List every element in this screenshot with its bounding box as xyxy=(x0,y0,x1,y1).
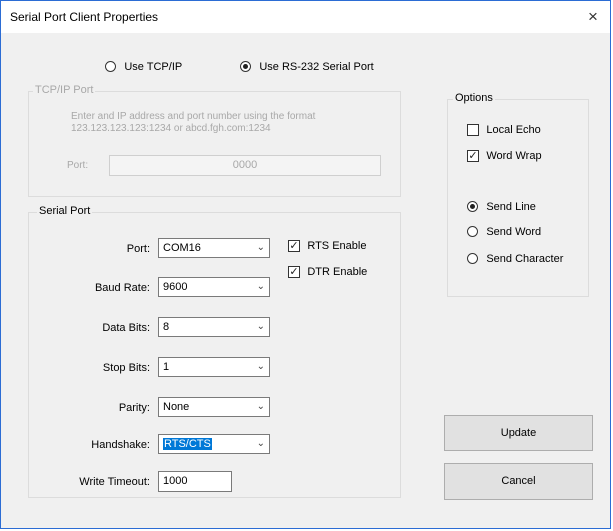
chevron-down-icon: ⌄ xyxy=(256,438,265,449)
tcp-ip-hint-line2: 123.123.123.123:1234 or abcd.fgh.com:123… xyxy=(71,123,271,134)
stop-bits-select[interactable]: 1 ⌄ xyxy=(158,357,270,377)
chevron-down-icon: ⌄ xyxy=(256,321,265,332)
send-word-radio[interactable]: Send Word xyxy=(467,224,541,238)
send-word-indicator[interactable] xyxy=(467,226,478,238)
options-group-title: Options xyxy=(453,92,495,104)
parity-select[interactable]: None ⌄ xyxy=(158,397,270,417)
chevron-down-icon: ⌄ xyxy=(256,361,265,372)
baud-rate-value: 9600 xyxy=(163,281,188,293)
write-timeout-input[interactable]: 1000 xyxy=(158,471,232,492)
send-line-label: Send Line xyxy=(486,201,536,213)
send-character-radio[interactable]: Send Character xyxy=(467,251,563,265)
dialog-content: Use TCP/IP Use RS-232 Serial Port TCP/IP… xyxy=(1,33,610,528)
stop-bits-label: Stop Bits: xyxy=(102,362,150,374)
handshake-select[interactable]: RTS/CTS ⌄ xyxy=(158,434,270,454)
use-tcp-radio[interactable]: Use TCP/IP xyxy=(105,59,182,73)
tcp-radio-label: Use TCP/IP xyxy=(124,61,183,73)
serial-port-group-title: Serial Port xyxy=(37,205,93,217)
data-bits-value: 8 xyxy=(163,321,170,333)
word-wrap-label: Word Wrap xyxy=(486,150,542,162)
rts-enable-checkbox[interactable]: ✓ RTS Enable xyxy=(288,238,366,252)
port-select[interactable]: COM16 ⌄ xyxy=(158,238,270,258)
port-select-value: COM16 xyxy=(163,242,201,254)
local-echo-check-indicator[interactable] xyxy=(467,123,479,136)
close-icon: × xyxy=(588,7,598,26)
data-bits-label: Data Bits: xyxy=(102,322,150,334)
window-title: Serial Port Client Properties xyxy=(10,10,159,24)
send-character-label: Send Character xyxy=(486,253,564,265)
send-line-indicator[interactable] xyxy=(467,201,478,213)
tcp-ip-group xyxy=(28,91,401,197)
parity-value: None xyxy=(163,401,190,413)
handshake-value: RTS/CTS xyxy=(163,438,212,450)
send-line-radio[interactable]: Send Line xyxy=(467,199,536,213)
use-rs232-radio[interactable]: Use RS-232 Serial Port xyxy=(240,59,374,73)
update-button[interactable]: Update xyxy=(444,415,593,451)
local-echo-checkbox[interactable]: Local Echo xyxy=(467,122,541,136)
word-wrap-checkbox[interactable]: ✓ Word Wrap xyxy=(467,148,542,162)
checkmark-icon[interactable]: ✓ xyxy=(288,239,300,252)
write-timeout-label: Write Timeout: xyxy=(79,476,150,488)
send-word-label: Send Word xyxy=(486,226,542,238)
dtr-enable-checkbox[interactable]: ✓ DTR Enable xyxy=(288,264,367,278)
tcp-port-input[interactable]: 0000 xyxy=(109,155,381,176)
port-label: Port: xyxy=(126,243,150,255)
dtr-enable-label: DTR Enable xyxy=(307,266,368,278)
local-echo-label: Local Echo xyxy=(486,124,541,136)
checkmark-icon[interactable]: ✓ xyxy=(288,265,300,278)
baud-rate-select[interactable]: 9600 ⌄ xyxy=(158,277,270,297)
cancel-button[interactable]: Cancel xyxy=(444,463,593,500)
checkmark-icon[interactable]: ✓ xyxy=(467,149,479,162)
data-bits-select[interactable]: 8 ⌄ xyxy=(158,317,270,337)
title-bar[interactable]: Serial Port Client Properties × xyxy=(1,1,610,33)
stop-bits-value: 1 xyxy=(163,361,170,373)
handshake-label: Handshake: xyxy=(91,439,150,451)
rts-enable-label: RTS Enable xyxy=(307,240,367,252)
dialog-window: Serial Port Client Properties × Use TCP/… xyxy=(0,0,611,529)
chevron-down-icon: ⌄ xyxy=(256,242,265,253)
parity-label: Parity: xyxy=(118,402,150,414)
rs232-radio-label: Use RS-232 Serial Port xyxy=(259,61,374,73)
baud-rate-label: Baud Rate: xyxy=(94,282,150,294)
tcp-radio-indicator[interactable] xyxy=(105,61,116,73)
tcp-port-label: Port: xyxy=(67,160,89,171)
tcp-ip-hint: Enter and IP address and port number usi… xyxy=(71,111,315,135)
close-button[interactable]: × xyxy=(582,7,604,27)
chevron-down-icon: ⌄ xyxy=(256,281,265,292)
tcp-ip-group-title: TCP/IP Port xyxy=(33,84,96,96)
send-character-indicator[interactable] xyxy=(467,253,478,265)
tcp-ip-hint-line1: Enter and IP address and port number usi… xyxy=(71,111,316,122)
rs232-radio-indicator[interactable] xyxy=(240,61,251,73)
chevron-down-icon: ⌄ xyxy=(256,401,265,412)
